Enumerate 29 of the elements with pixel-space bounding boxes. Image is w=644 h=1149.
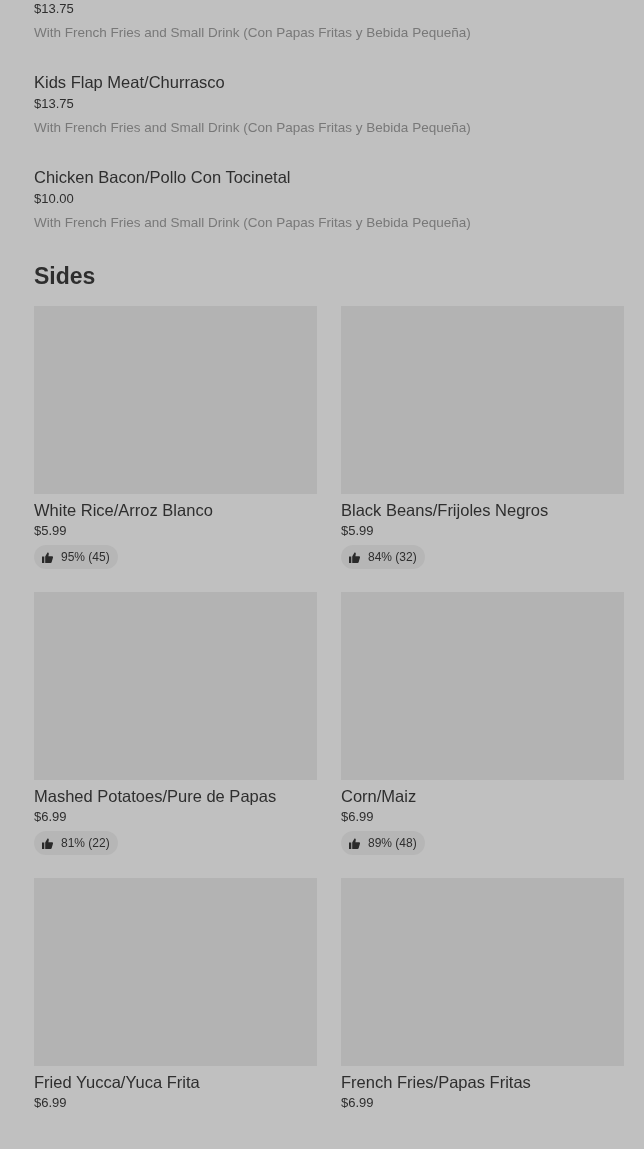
- section-title: Sides: [34, 262, 97, 291]
- item-price: $6.99: [341, 1094, 374, 1112]
- thumbs-up-icon: [349, 837, 360, 849]
- item-price: $6.99: [34, 808, 67, 826]
- item-description: With French Fries and Small Drink (Con Papas Fritas y Bebida Pequeña): [34, 119, 471, 137]
- rating-text: 89% (48): [368, 836, 417, 850]
- item-price: $13.75: [34, 0, 74, 18]
- thumbs-up-icon: [42, 551, 53, 563]
- item-name[interactable]: Corn/Maiz: [341, 785, 417, 807]
- rating-text: 95% (45): [61, 550, 110, 564]
- item-description: With French Fries and Small Drink (Con Papas Fritas y Bebida Pequeña): [34, 214, 471, 232]
- item-name[interactable]: Fried Yucca/Yuca Frita: [34, 1071, 200, 1093]
- item-price: $6.99: [34, 1094, 67, 1112]
- thumbs-up-icon: [42, 837, 53, 849]
- item-name[interactable]: French Fries/Papas Fritas: [341, 1071, 531, 1093]
- item-name[interactable]: Chicken Bacon/Pollo Con Tocinetal: [34, 166, 291, 188]
- item-price: $5.99: [34, 522, 67, 540]
- rating-text: 84% (32): [368, 550, 417, 564]
- item-price: $10.00: [34, 190, 74, 208]
- item-price: $6.99: [341, 808, 374, 826]
- thumbs-up-icon: [349, 551, 360, 563]
- rating-text: 81% (22): [61, 836, 110, 850]
- item-price: $5.99: [341, 522, 374, 540]
- item-name[interactable]: White Rice/Arroz Blanco: [34, 499, 213, 521]
- item-name[interactable]: Black Beans/Frijoles Negros: [341, 499, 549, 521]
- item-price: $13.75: [34, 95, 74, 113]
- item-name[interactable]: Kids Flap Meat/Churrasco: [34, 71, 225, 93]
- item-description: With French Fries and Small Drink (Con Papas Fritas y Bebida Pequeña): [34, 24, 471, 42]
- item-name[interactable]: Mashed Potatoes/Pure de Papas: [34, 785, 277, 807]
